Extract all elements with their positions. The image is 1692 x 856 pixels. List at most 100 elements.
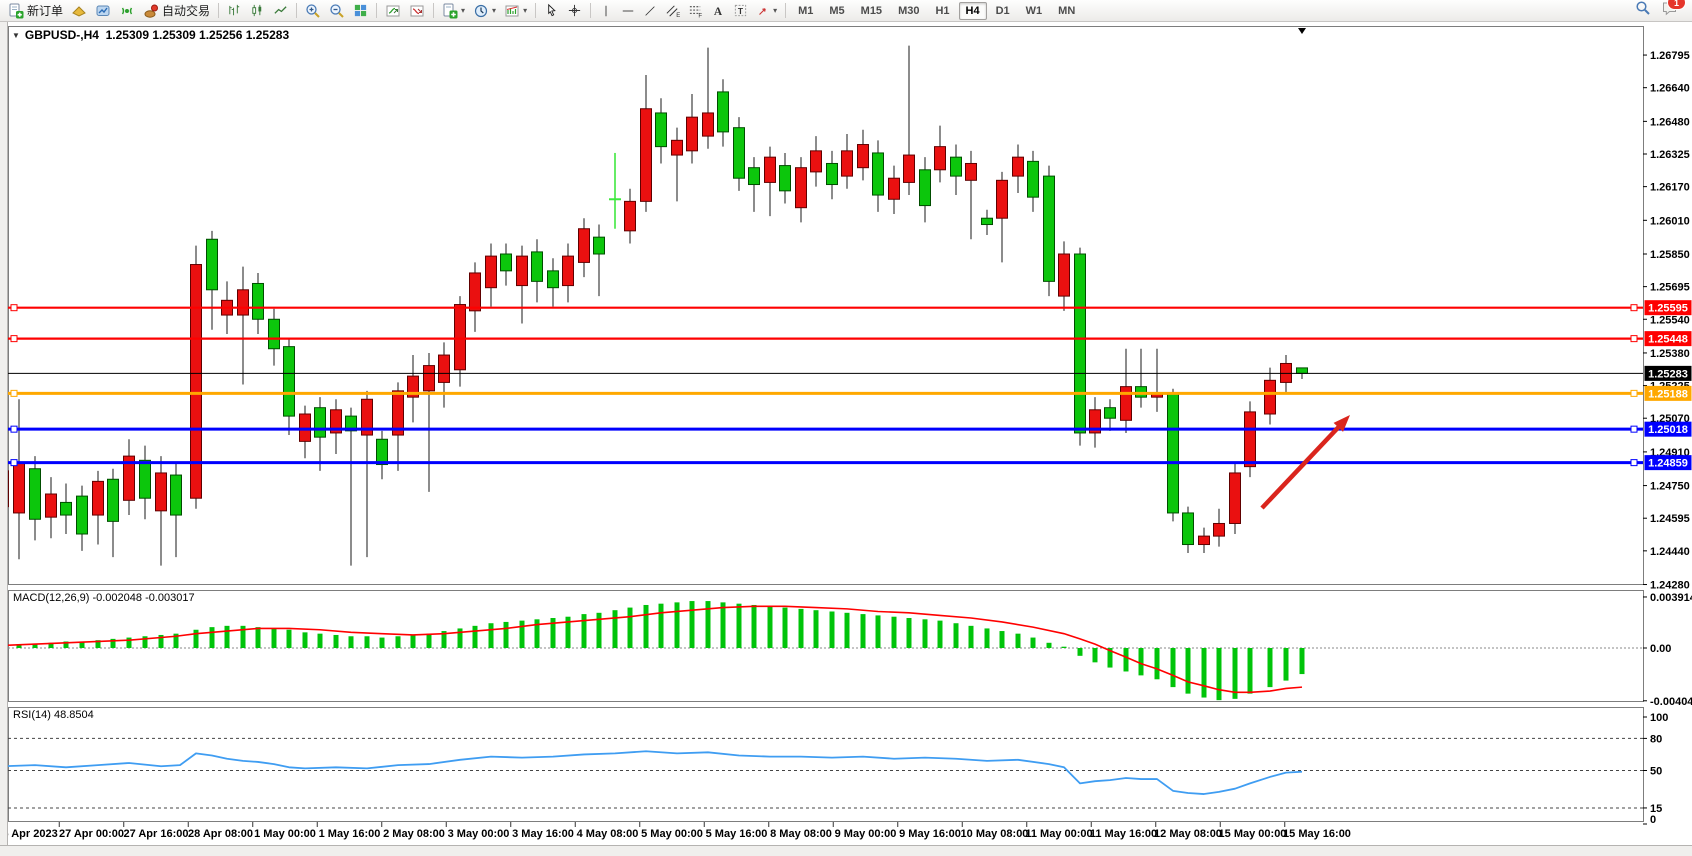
line-handle[interactable] — [1631, 390, 1637, 396]
timeframe-m5-button[interactable]: M5 — [822, 2, 851, 20]
vertical-line-button[interactable] — [595, 1, 617, 21]
timeframe-m1-button[interactable]: M1 — [791, 2, 820, 20]
macd-tick-label: 0.00 — [1650, 643, 1671, 655]
vertical-line-icon — [599, 4, 613, 18]
candle-body — [532, 252, 543, 281]
timeframe-mn-button[interactable]: MN — [1051, 2, 1082, 20]
crosshair-button[interactable] — [563, 1, 586, 21]
candle-body — [765, 157, 776, 182]
timeframe-w1-button[interactable]: W1 — [1019, 2, 1050, 20]
window-bottom-edge — [0, 845, 1692, 856]
timeframe-d1-button[interactable]: D1 — [989, 2, 1017, 20]
time-tick-label: 28 Apr 08:00 — [188, 828, 253, 840]
text-label-button[interactable]: T — [729, 1, 752, 21]
clock-icon — [473, 3, 489, 19]
time-tick-label: 3 May 16:00 — [512, 828, 574, 840]
pane-splitter[interactable] — [8, 701, 1643, 708]
line-handle[interactable] — [1631, 305, 1637, 311]
market-watch-button[interactable] — [67, 1, 91, 21]
macd-pane — [9, 591, 1644, 702]
line-handle[interactable] — [11, 336, 17, 342]
price-badge-label: 1.24859 — [1648, 458, 1688, 470]
candle-body — [796, 168, 807, 208]
add-indicator-dropdown[interactable]: ▾ — [438, 1, 469, 21]
search-button[interactable] — [1635, 0, 1651, 21]
line-handle[interactable] — [11, 390, 17, 396]
line-handle[interactable] — [1631, 426, 1637, 432]
indicators-icon — [385, 3, 401, 19]
rsi-tick-label: 100 — [1650, 712, 1668, 724]
candlestick-icon — [250, 3, 265, 18]
collapse-icon[interactable]: ▼ — [12, 31, 20, 40]
candle-body — [858, 145, 869, 168]
zoom-out-button[interactable] — [325, 1, 349, 21]
line-chart-button[interactable] — [269, 1, 292, 21]
line-handle[interactable] — [1631, 460, 1637, 466]
candle-body — [93, 481, 104, 515]
time-tick-label: 5 May 00:00 — [641, 828, 703, 840]
price-badge-label: 1.25283 — [1648, 368, 1688, 380]
data-window-button[interactable] — [91, 1, 115, 21]
candlestick-button[interactable] — [246, 1, 269, 21]
zoom-out-icon — [329, 3, 345, 19]
candle-body — [156, 473, 167, 511]
candle-body — [140, 460, 151, 498]
candle-body — [1105, 408, 1116, 419]
trendline-button[interactable] — [639, 1, 661, 21]
bar-chart-button[interactable] — [223, 1, 246, 21]
timeframe-m15-button[interactable]: M15 — [854, 2, 889, 20]
timeframe-h1-button[interactable]: H1 — [928, 2, 956, 20]
candle-body — [455, 305, 466, 370]
candle-body — [1075, 254, 1086, 433]
time-tick-label: 27 Apr 00:00 — [59, 828, 124, 840]
line-handle[interactable] — [1631, 336, 1637, 342]
text-button[interactable]: A — [707, 1, 729, 21]
candle-body — [1013, 157, 1024, 176]
arrow-object-icon — [756, 4, 770, 18]
timeframe-m30-button[interactable]: M30 — [891, 2, 926, 20]
time-tick-label: 11 May 00:00 — [1025, 828, 1092, 840]
template-icon — [504, 3, 520, 19]
chat-button[interactable]: 1 — [1661, 0, 1678, 21]
candle-body — [1028, 161, 1039, 197]
line-chart-icon — [273, 3, 288, 18]
signals-button[interactable] — [115, 1, 139, 21]
equidistant-channel-button[interactable]: E — [661, 1, 684, 21]
tile-windows-button[interactable] — [349, 1, 372, 21]
arrows-dropdown[interactable]: ▾ — [752, 1, 781, 21]
toolbar-right: 1 — [1635, 0, 1692, 21]
chart-title: ▼GBPUSD-,H4 1.25309 1.25309 1.25256 1.25… — [12, 28, 289, 42]
toolbar-separator — [218, 3, 219, 18]
candle-body — [171, 475, 182, 515]
auto-trading-button[interactable]: 自动交易 — [139, 1, 214, 21]
candle-body — [253, 283, 264, 319]
candle-body — [672, 140, 683, 155]
cursor-button[interactable] — [540, 1, 563, 21]
time-tick-label: 15 May 00:00 — [1219, 828, 1287, 840]
candle-body — [61, 502, 72, 515]
dropdown-caret-icon: ▾ — [523, 7, 527, 15]
timeframe-h4-button[interactable]: H4 — [959, 2, 987, 20]
price-tick-label: 1.26795 — [1650, 50, 1690, 62]
svg-text:E: E — [676, 12, 680, 18]
period-dropdown[interactable]: ▾ — [469, 1, 500, 21]
candle-body — [734, 128, 745, 179]
fibonacci-button[interactable]: F — [684, 1, 707, 21]
price-tick-label: 1.25380 — [1650, 348, 1690, 360]
indicators-button[interactable] — [381, 1, 405, 21]
time-tick-label: 8 May 08:00 — [770, 828, 832, 840]
pane-splitter[interactable] — [8, 585, 1643, 591]
zoom-in-button[interactable] — [301, 1, 325, 21]
new-order-button[interactable]: 新订单 — [4, 1, 67, 21]
candle-body — [108, 479, 119, 521]
line-handle[interactable] — [11, 305, 17, 311]
horizontal-line-button[interactable] — [617, 1, 639, 21]
indicator-window-button[interactable] — [405, 1, 429, 21]
line-handle[interactable] — [11, 460, 17, 466]
price-tick-label: 1.24440 — [1650, 546, 1690, 558]
rsi-indicator-label: RSI(14) 48.8504 — [13, 709, 94, 721]
candle-body — [687, 117, 698, 151]
template-dropdown[interactable]: ▾ — [500, 1, 531, 21]
line-handle[interactable] — [11, 426, 17, 432]
candle-body — [207, 239, 218, 290]
